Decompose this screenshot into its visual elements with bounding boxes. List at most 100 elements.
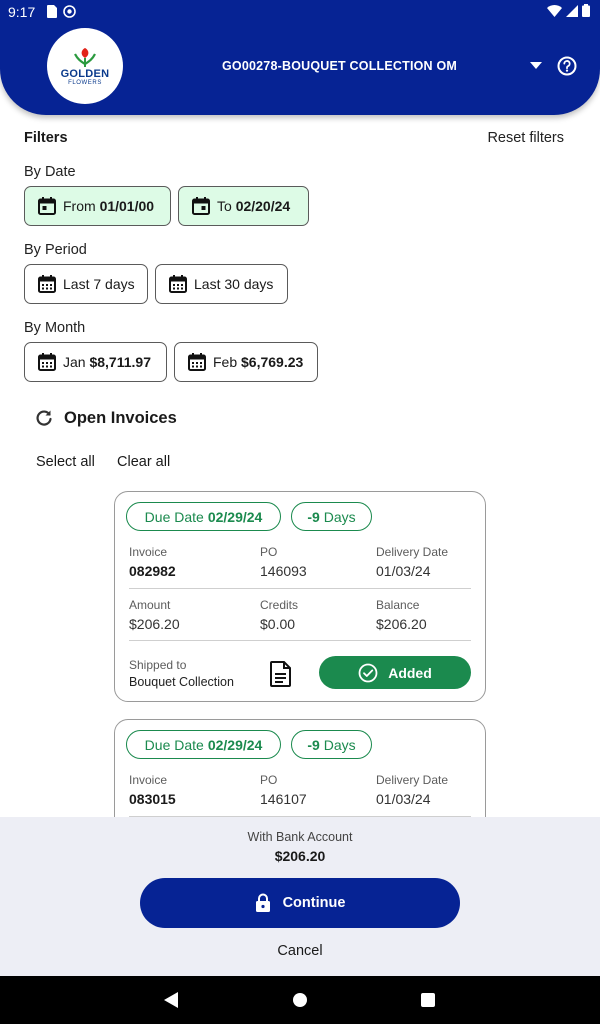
payment-method-label: With Bank Account (247, 830, 353, 844)
days-label: Days (323, 736, 356, 753)
status-bar: 9:17 (0, 0, 600, 24)
days-badge: -9 Days (291, 502, 372, 531)
lock-icon (255, 893, 270, 912)
month-feb-name: Feb (213, 354, 238, 370)
payment-total: $206.20 (274, 848, 326, 864)
po-number: 146093 (260, 563, 307, 579)
delivery-date-label: Delivery Date (376, 773, 449, 787)
calendar-icon (38, 197, 56, 215)
help-icon[interactable] (557, 56, 577, 76)
logo-text-flowers: FLOWERS (68, 80, 102, 86)
delivery-date-label: Delivery Date (376, 545, 449, 559)
invoice-label: Invoice (129, 773, 168, 787)
balance-label: Balance (376, 598, 420, 612)
month-jan-chip[interactable]: Jan $8,711.97 (24, 342, 167, 382)
continue-button[interactable]: Continue (140, 878, 460, 928)
period-7-days-chip[interactable]: Last 7 days (24, 264, 148, 304)
account-title[interactable]: GO00278-BOUQUET COLLECTION OM (222, 59, 457, 73)
back-icon[interactable] (164, 992, 178, 1008)
date-to-text: To 02/20/24 (217, 198, 290, 214)
date-to-chip[interactable]: To 02/20/24 (178, 186, 309, 226)
due-date-value: 02/29/24 (207, 508, 263, 525)
by-date-label: By Date (24, 164, 76, 180)
delivery-date-value: 01/03/24 (376, 791, 431, 807)
credits-label: Credits (260, 598, 299, 612)
due-date-prefix: Due Date (144, 736, 204, 753)
period-30-days-label: Last 30 days (194, 276, 274, 292)
flower-logo-icon (74, 48, 96, 67)
calendar-icon (188, 353, 206, 371)
month-feb-text: Feb $6,769.23 (213, 354, 303, 370)
app-header: 9:17 GOLDEN FLOWERS GO00278-BOUQUET COLL… (0, 0, 600, 115)
calendar-icon (192, 197, 210, 215)
date-from-chip[interactable]: From 01/01/00 (24, 186, 171, 226)
recents-icon[interactable] (421, 993, 435, 1007)
amount-value: $206.20 (129, 616, 180, 632)
document-icon[interactable] (270, 661, 292, 687)
days-label: Days (323, 508, 356, 525)
delivery-date-value: 01/03/24 (376, 563, 431, 579)
days-value: -9 (307, 508, 320, 525)
reset-filters-button[interactable]: Reset filters (487, 130, 564, 146)
continue-label: Continue (282, 895, 346, 911)
home-icon[interactable] (293, 993, 307, 1007)
dropdown-icon[interactable] (530, 62, 542, 69)
payment-panel: With Bank Account $206.20 Continue Cance… (0, 817, 600, 976)
added-button[interactable]: Added (319, 656, 471, 689)
days-value: -9 (307, 736, 320, 753)
amount-field: Amount $206.20 (129, 598, 180, 632)
po-field: PO 146107 (260, 773, 307, 807)
date-from-value: 01/01/00 (99, 198, 155, 214)
month-feb-chip[interactable]: Feb $6,769.23 (174, 342, 318, 382)
battery-icon (582, 4, 590, 17)
cancel-button[interactable]: Cancel (0, 943, 600, 959)
invoice-field: Invoice 082982 (129, 545, 176, 579)
sim-card-icon (47, 5, 57, 18)
credits-value: $0.00 (260, 616, 296, 632)
due-date-prefix: Due Date (144, 508, 204, 525)
due-date-badge: Due Date 02/29/24 (126, 502, 281, 531)
date-from-text: From 01/01/00 (63, 198, 154, 214)
period-30-days-chip[interactable]: Last 30 days (155, 264, 288, 304)
filters-title: Filters (24, 130, 68, 146)
shipped-to-value: Bouquet Collection (129, 675, 234, 689)
amount-label: Amount (129, 598, 171, 612)
month-jan-text: Jan $8,711.97 (63, 354, 151, 370)
delivery-date-field: Delivery Date 01/03/24 (376, 773, 448, 807)
balance-value: $206.20 (376, 616, 427, 632)
delivery-date-field: Delivery Date 01/03/24 (376, 545, 448, 579)
signal-icon (566, 4, 578, 17)
system-navigation-bar (0, 976, 600, 1024)
invoice-number: 082982 (129, 563, 176, 579)
po-number: 146107 (260, 791, 307, 807)
select-all-button[interactable]: Select all (36, 454, 95, 470)
invoice-number: 083015 (129, 791, 176, 807)
invoice-card[interactable]: Due Date 02/29/24 -9 Days Invoice 082982 P… (114, 491, 486, 702)
calendar-icon (169, 275, 187, 293)
golden-flowers-logo[interactable]: GOLDEN FLOWERS (47, 28, 123, 104)
po-label: PO (260, 773, 278, 787)
status-time: 9:17 (8, 4, 36, 20)
po-field: PO 146093 (260, 545, 307, 579)
added-label: Added (388, 664, 432, 681)
month-feb-amount: $6,769.23 (241, 354, 304, 370)
period-7-days-label: Last 7 days (63, 276, 135, 292)
refresh-icon[interactable] (34, 408, 54, 428)
logo-text-golden: GOLDEN (60, 68, 110, 80)
calendar-icon (38, 275, 56, 293)
clear-all-button[interactable]: Clear all (117, 454, 170, 470)
divider (129, 588, 471, 589)
date-to-prefix: To (217, 198, 232, 214)
divider (129, 640, 471, 641)
by-period-label: By Period (24, 242, 87, 258)
due-date-badge: Due Date 02/29/24 (126, 730, 281, 759)
credits-field: Credits $0.00 (260, 598, 298, 632)
status-notification-icons (46, 5, 76, 18)
po-label: PO (260, 545, 278, 559)
invoice-field: Invoice 083015 (129, 773, 176, 807)
days-badge: -9 Days (291, 730, 372, 759)
month-jan-name: Jan (63, 354, 86, 370)
shipped-to-label: Shipped to (129, 658, 187, 672)
sync-icon (63, 5, 76, 18)
check-circle-icon (358, 663, 378, 682)
